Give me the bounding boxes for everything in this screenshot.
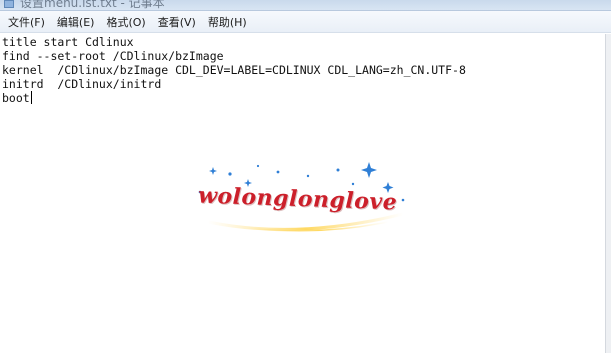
menu-help[interactable]: 帮助(H) — [202, 12, 253, 32]
window-title: 设置menu.lst.txt - 记事本 — [20, 0, 165, 10]
editor-line-3: kernel /CDlinux/bzImage CDL_DEV=LABEL=CD… — [2, 63, 466, 77]
menu-file[interactable]: 文件(F) — [2, 12, 51, 32]
menu-view[interactable]: 查看(V) — [152, 12, 202, 32]
watermark: wolonglonglove — [188, 152, 428, 242]
vertical-scrollbar[interactable] — [605, 34, 611, 353]
menu-format[interactable]: 格式(O) — [100, 12, 151, 32]
notepad-app-icon — [4, 0, 14, 8]
text-caret — [30, 91, 32, 104]
editor-line-5-text: boot — [2, 91, 30, 105]
menu-bar: 文件(F) 编辑(E) 格式(O) 查看(V) 帮助(H) — [0, 11, 611, 33]
title-bar[interactable]: 设置menu.lst.txt - 记事本 — [0, 0, 611, 11]
menu-edit[interactable]: 编辑(E) — [51, 12, 101, 32]
editor-line-1: title start Cdlinux — [2, 35, 134, 49]
notepad-window: 设置menu.lst.txt - 记事本 文件(F) 编辑(E) 格式(O) 查… — [0, 0, 611, 353]
editor-line-2: find --set-root /CDlinux/bzImage — [2, 49, 224, 63]
editor-line-5: boot — [2, 91, 32, 105]
editor-line-4: initrd /CDlinux/initrd — [2, 77, 162, 91]
